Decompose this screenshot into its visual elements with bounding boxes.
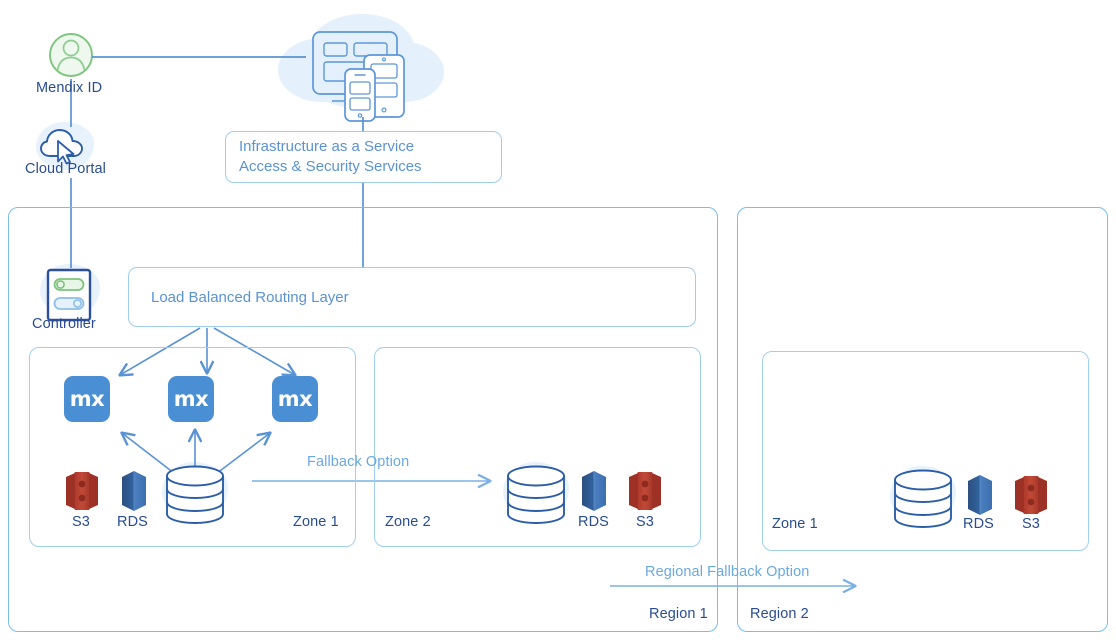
iaas-box: Infrastructure as a Service Access & Sec… xyxy=(225,131,502,183)
s3-label-region2: S3 xyxy=(1022,516,1040,532)
cloud-portal-label: Cloud Portal xyxy=(25,161,106,177)
cloud-background-shape xyxy=(278,14,444,108)
zone-2-label-region1: Zone 2 xyxy=(385,514,431,530)
region-2-label: Region 2 xyxy=(750,606,809,622)
s3-label-zone2: S3 xyxy=(636,514,654,530)
mx-instance-2: mx xyxy=(168,376,214,422)
rds-label-region2: RDS xyxy=(963,516,994,532)
iaas-line-1: Infrastructure as a Service xyxy=(239,137,415,155)
user-avatar-icon xyxy=(49,33,93,77)
s3-label-zone1: S3 xyxy=(72,514,90,530)
regional-fallback-option-label: Regional Fallback Option xyxy=(645,564,810,580)
mx-instance-1: mx xyxy=(64,376,110,422)
load-balancer-box: Load Balanced Routing Layer xyxy=(128,267,696,327)
multi-device-cloud-icon xyxy=(312,31,405,122)
rds-label-zone1: RDS xyxy=(117,514,148,530)
load-balancer-label: Load Balanced Routing Layer xyxy=(151,289,349,306)
mendix-id-label: Mendix ID xyxy=(36,80,103,96)
fallback-option-label: Fallback Option xyxy=(307,454,410,470)
region-1-label: Region 1 xyxy=(649,606,708,622)
controller-label: Controller xyxy=(32,316,96,332)
architecture-diagram: Infrastructure as a Service Access & Sec… xyxy=(0,0,1116,642)
mx-instance-3: mx xyxy=(272,376,318,422)
iaas-line-2: Access & Security Services xyxy=(239,158,422,175)
rds-label-zone2: RDS xyxy=(578,514,609,530)
zone-1-label-region2: Zone 1 xyxy=(772,516,818,532)
zone-1-label-region1: Zone 1 xyxy=(293,514,339,530)
